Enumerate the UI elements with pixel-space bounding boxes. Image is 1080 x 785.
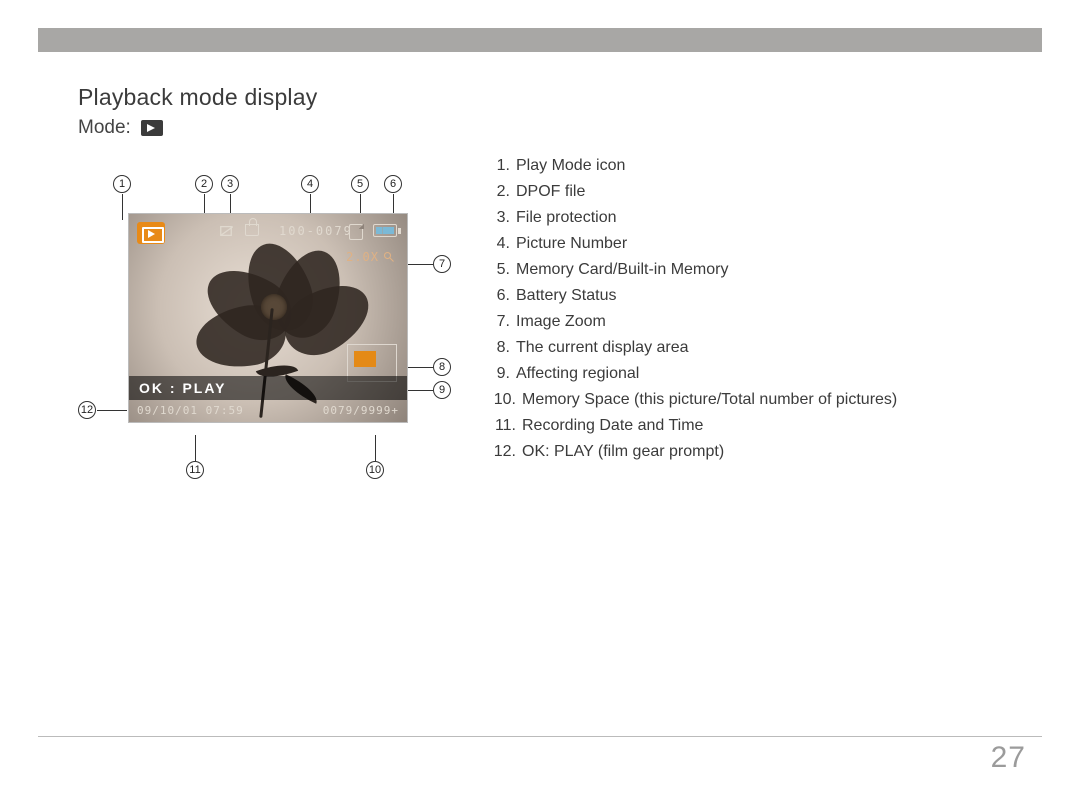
legend-text: Memory Card/Built-in Memory [516, 257, 1020, 283]
mode-row: Mode: [78, 117, 1020, 139]
dpof-icon [219, 224, 233, 238]
callout-5: 5 [351, 175, 369, 193]
figure-column: 1 2 3 4 5 6 7 8 [78, 153, 498, 465]
legend-text: OK: PLAY (film gear prompt) [522, 439, 1020, 465]
callout-8-line [408, 367, 433, 368]
callout-7-line [408, 264, 433, 265]
legend-text: DPOF file [516, 179, 1020, 205]
battery-icon [373, 224, 397, 237]
legend-item: 3.File protection [488, 205, 1020, 231]
legend-item: 8.The current display area [488, 335, 1020, 361]
legend-list: 1.Play Mode icon 2.DPOF file 3.File prot… [488, 153, 1020, 465]
callout-11-line [195, 435, 196, 461]
flower-center [261, 294, 287, 320]
legend-text: Recording Date and Time [522, 413, 1020, 439]
callout-1-line [122, 194, 123, 220]
legend-item: 10.Memory Space (this picture/Total numb… [488, 387, 1020, 413]
legend-item: 4.Picture Number [488, 231, 1020, 257]
callout-6: 6 [384, 175, 402, 193]
callout-8: 8 [433, 358, 451, 376]
zoom-value: 2.0X [346, 250, 379, 264]
callout-2: 2 [195, 175, 213, 193]
callout-10-line [375, 435, 376, 461]
legend-item: 6.Battery Status [488, 283, 1020, 309]
current-display-area [354, 351, 376, 367]
legend-item: 5.Memory Card/Built-in Memory [488, 257, 1020, 283]
footer-line [38, 736, 1042, 737]
callout-11: 11 [186, 461, 204, 479]
legend-item: 2.DPOF file [488, 179, 1020, 205]
legend-column: 1.Play Mode icon 2.DPOF file 3.File prot… [488, 153, 1020, 465]
legend-text: Memory Space (this picture/Total number … [522, 387, 1020, 413]
callout-9: 9 [433, 381, 451, 399]
callout-1: 1 [113, 175, 131, 193]
image-zoom: 2.0X [346, 250, 395, 264]
callout-10: 10 [366, 461, 384, 479]
legend-item: 12.OK: PLAY (film gear prompt) [488, 439, 1020, 465]
legend-item: 7. Image Zoom [488, 309, 1020, 335]
recording-datetime: 09/10/01 07:59 [137, 404, 244, 417]
callout-4: 4 [301, 175, 319, 193]
legend-text: File protection [516, 205, 1020, 231]
legend-item: 9.Affecting regional [488, 361, 1020, 387]
callout-12: 12 [78, 401, 96, 419]
legend-item: 1.Play Mode icon [488, 153, 1020, 179]
callout-9-line [408, 390, 433, 391]
ok-play-bar: OK : PLAY [129, 376, 407, 400]
play-mode-icon [137, 222, 165, 244]
legend-text: Picture Number [516, 231, 1020, 257]
lcd-figure: 1 2 3 4 5 6 7 8 [88, 213, 468, 423]
lcd-screen: 100-0079 2.0X OK : PLAY 09/10/01 07:59 0… [128, 213, 408, 423]
picture-number: 100-0079 [279, 224, 353, 238]
top-bar [38, 28, 1042, 52]
mode-label: Mode: [78, 117, 131, 139]
page-number: 27 [991, 741, 1026, 775]
page: 27 Playback mode display Mode: 1 2 3 4 [0, 0, 1080, 785]
content-area: Playback mode display Mode: 1 2 3 4 5 [78, 84, 1020, 705]
memory-card-icon [349, 224, 363, 240]
section-title: Playback mode display [78, 84, 1020, 111]
callout-3: 3 [221, 175, 239, 193]
legend-text: Affecting regional [516, 361, 1020, 387]
file-protection-icon [245, 224, 259, 236]
callout-12-line [97, 410, 127, 411]
legend-item: 11.Recording Date and Time [488, 413, 1020, 439]
legend-text: Play Mode icon [516, 153, 1020, 179]
legend-text: Image Zoom [516, 309, 1020, 335]
legend-text: Battery Status [516, 283, 1020, 309]
memory-space-count: 0079/9999+ [323, 404, 399, 417]
callout-7: 7 [433, 255, 451, 273]
playback-mode-icon [141, 120, 163, 136]
legend-text: The current display area [516, 335, 1020, 361]
